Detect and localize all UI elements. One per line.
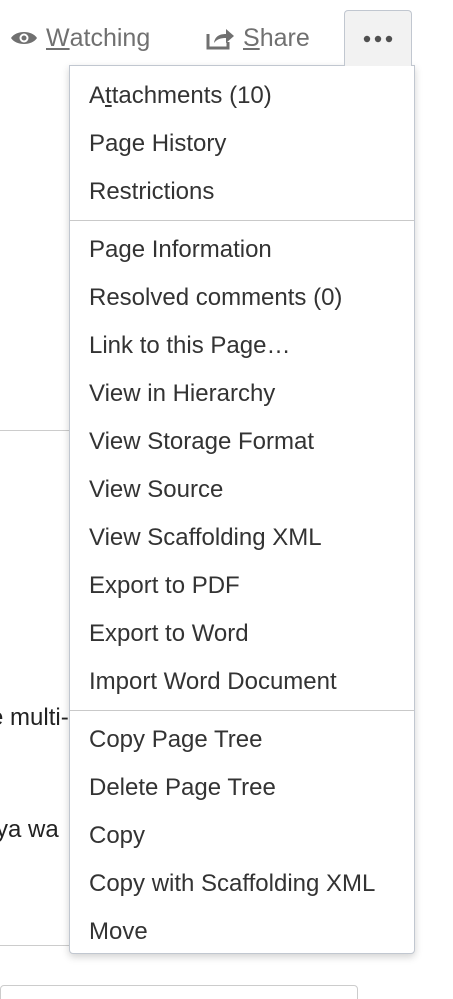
menu-item-copy-page-tree[interactable]: Copy Page Tree [70,716,414,764]
menu-item-view-source[interactable]: View Source [70,466,414,514]
eye-icon [10,29,38,47]
menu-item-restrictions[interactable]: Restrictions [70,168,414,216]
menu-item-export-word[interactable]: Export to Word [70,610,414,658]
watching-button[interactable]: Watching [10,16,150,60]
more-actions-menu: Attachments (10) Page History Restrictio… [69,65,415,954]
menu-item-attachments[interactable]: Attachments (10) [70,72,414,120]
watching-label: atching [69,23,151,52]
share-label: hare [259,23,310,52]
watching-mnemonic: W [46,23,70,52]
menu-item-copy-with-scaffolding[interactable]: Copy with Scaffolding XML [70,860,414,908]
menu-item-copy[interactable]: Copy [70,812,414,860]
menu-mnemonic: t [105,82,112,109]
menu-item-link-to-page[interactable]: Link to this Page… [70,322,414,370]
share-button[interactable]: Share [205,16,310,60]
menu-label-part: tachments (10) [111,82,272,109]
share-mnemonic: S [243,23,260,52]
menu-item-resolved-comments[interactable]: Resolved comments (0) [70,274,414,322]
menu-item-import-word[interactable]: Import Word Document [70,658,414,706]
more-actions-button[interactable] [344,10,412,66]
menu-divider [70,220,414,221]
menu-label-part: A [89,82,106,109]
background-input-box[interactable] [0,985,358,999]
menu-item-export-pdf[interactable]: Export to PDF [70,562,414,610]
menu-item-move[interactable]: Move [70,908,414,956]
background-text: ya wa [0,816,59,843]
background-text: e multi- [0,704,69,731]
background-divider [0,430,80,431]
menu-divider [70,710,414,711]
background-divider [0,945,80,946]
menu-item-view-in-hierarchy[interactable]: View in Hierarchy [70,370,414,418]
more-icon [362,30,394,48]
share-icon [205,26,235,50]
menu-item-page-history[interactable]: Page History [70,120,414,168]
menu-item-delete-page-tree[interactable]: Delete Page Tree [70,764,414,812]
menu-item-page-information[interactable]: Page Information [70,226,414,274]
menu-item-view-scaffolding-xml[interactable]: View Scaffolding XML [70,514,414,562]
menu-item-view-storage-format[interactable]: View Storage Format [70,418,414,466]
